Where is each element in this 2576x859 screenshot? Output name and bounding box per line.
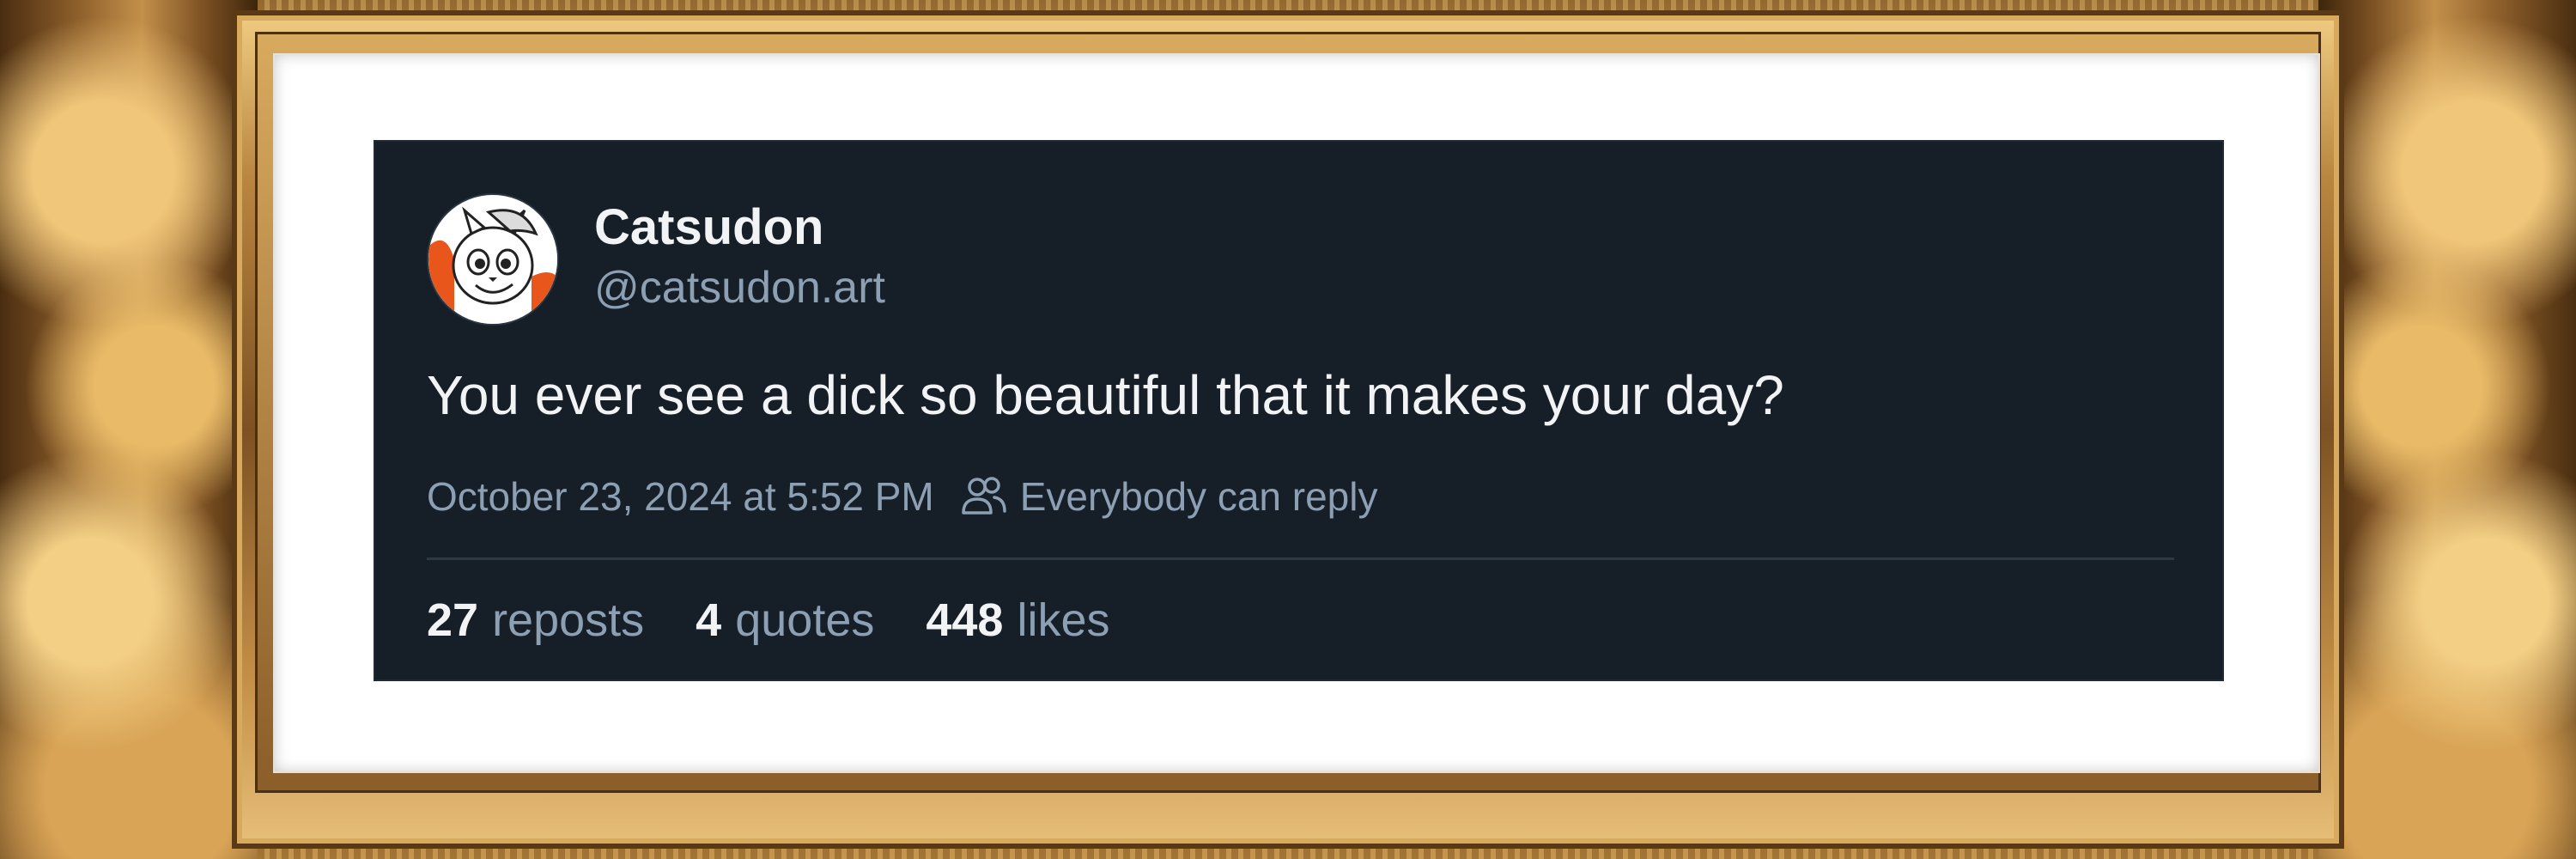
post-timestamp[interactable]: October 23, 2024 at 5:52 PM: [427, 473, 934, 520]
reposts-stat[interactable]: 27 reposts: [427, 594, 644, 647]
quotes-stat[interactable]: 4 quotes: [696, 594, 874, 647]
reply-setting-label[interactable]: Everybody can reply: [1020, 473, 1378, 520]
post-card: Catsudon @catsudon.art You ever see a di…: [374, 140, 2224, 681]
cartoon-cat-avatar-icon: [428, 195, 557, 324]
likes-stat[interactable]: 448 likes: [926, 594, 1109, 647]
people-icon: [961, 477, 1006, 515]
author-display-name[interactable]: Catsudon: [594, 198, 823, 256]
likes-label: likes: [1017, 594, 1110, 646]
framed-screenshot-scene: Catsudon @catsudon.art You ever see a di…: [0, 0, 2576, 859]
stats-divider: [427, 557, 2174, 560]
quotes-count: 4: [696, 594, 722, 646]
post-body-text: You ever see a dick so beautiful that it…: [427, 364, 1784, 426]
frame-ornament-right: [2318, 0, 2576, 859]
author-handle[interactable]: @catsudon.art: [594, 262, 885, 314]
reposts-label: reposts: [492, 594, 645, 646]
author-avatar[interactable]: [427, 193, 559, 326]
frame-ornament-left: [0, 0, 258, 859]
likes-count: 448: [926, 594, 1004, 646]
post-stats-row: 27 reposts 4 quotes 448 likes: [427, 594, 1162, 647]
reposts-count: 27: [427, 594, 479, 646]
post-meta-row: October 23, 2024 at 5:52 PM Everybody ca…: [427, 473, 1377, 520]
quotes-label: quotes: [735, 594, 875, 646]
